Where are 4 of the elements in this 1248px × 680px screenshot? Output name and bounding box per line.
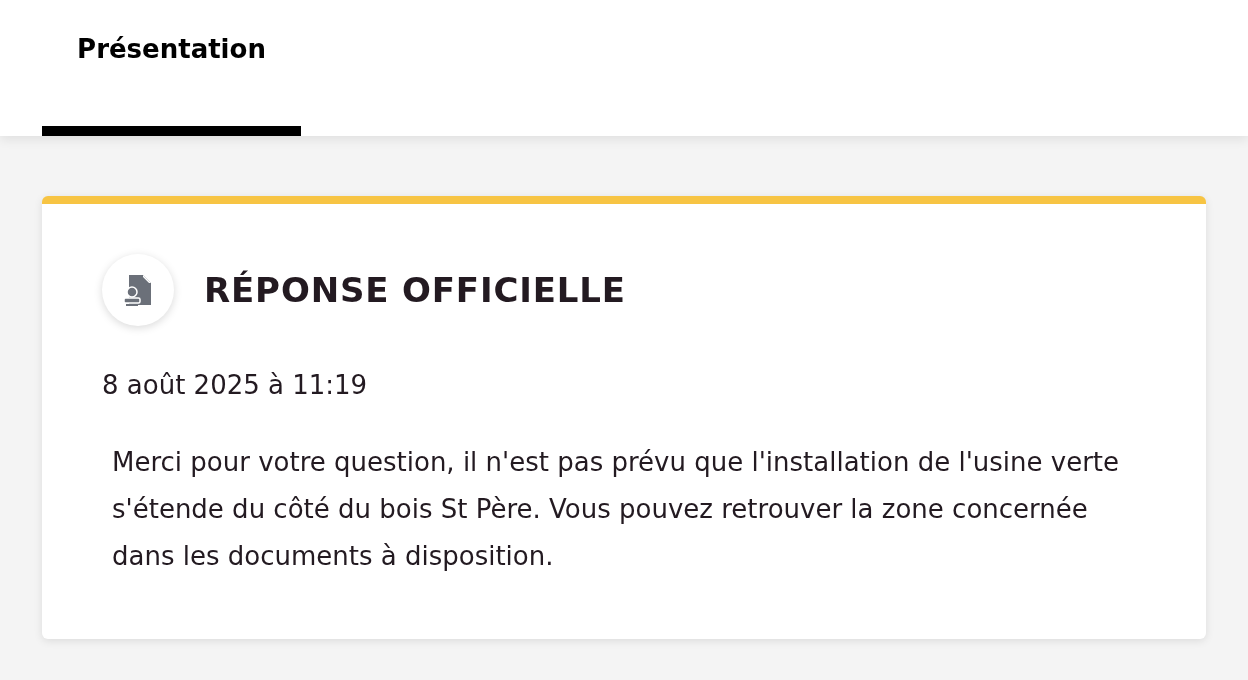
response-text: Merci pour votre question, il n'est pas prévu que l'installation de l'usine verte s'étende du côté du bois St Père. Vous pouvez retrouver la zone concernée dans les documents à disposition. <box>112 446 1121 573</box>
response-date: 8 août 2025 à 11:19 <box>102 369 369 402</box>
response-title: RÉPONSE OFFICIELLE <box>204 268 626 312</box>
document-stamp-icon <box>102 254 174 326</box>
